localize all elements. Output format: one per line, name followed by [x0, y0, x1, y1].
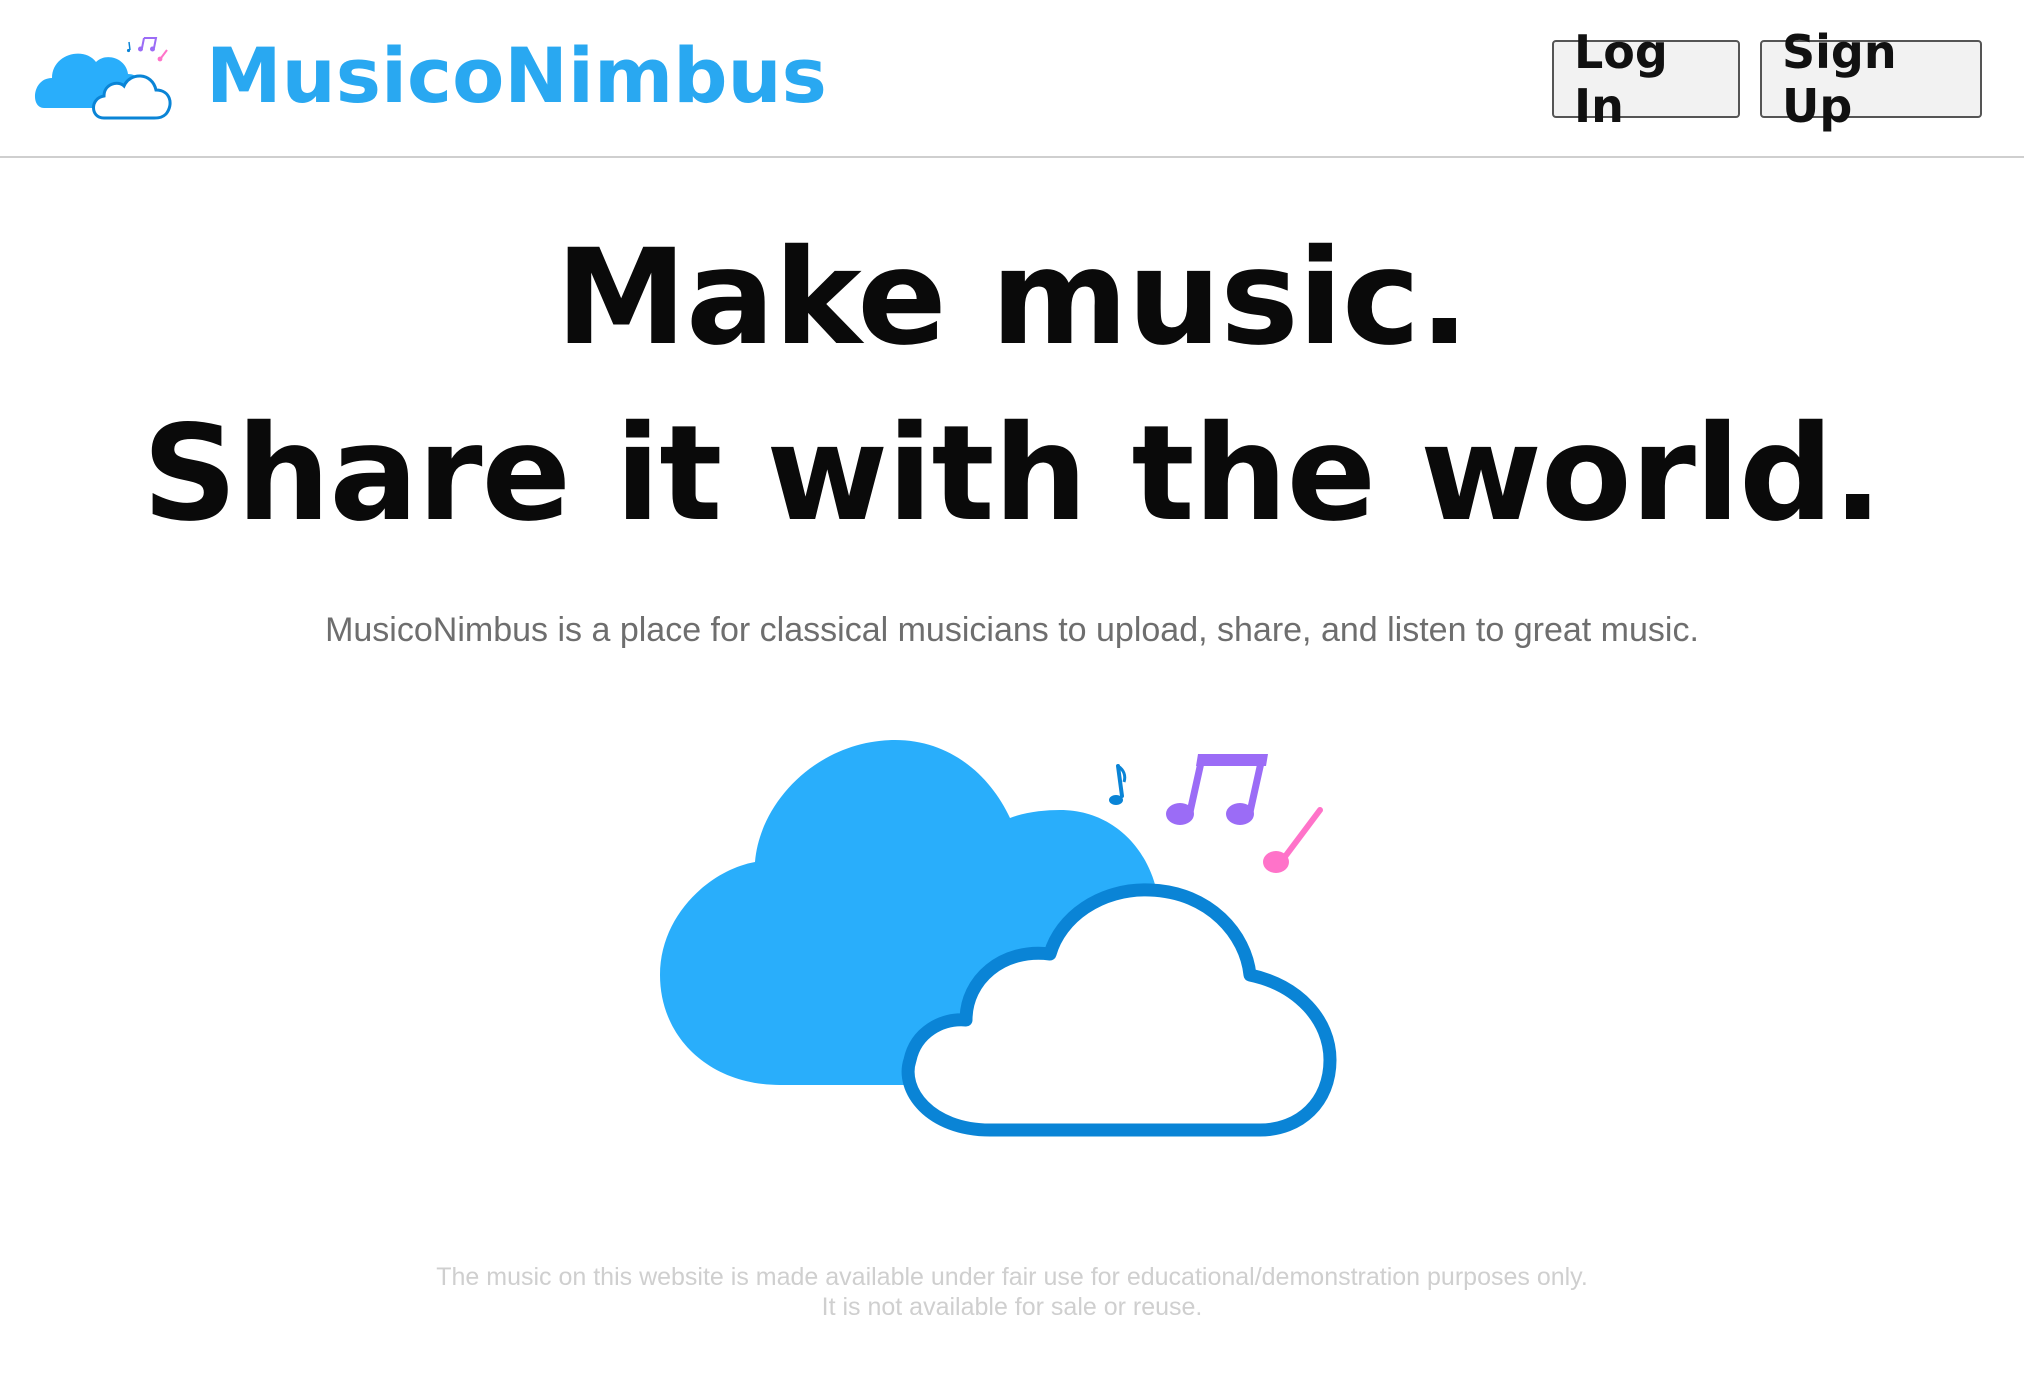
- auth-buttons: Log In Sign Up: [1552, 25, 1982, 133]
- login-button[interactable]: Log In: [1552, 25, 1740, 133]
- brand-name: MusicoNimbus: [206, 31, 827, 120]
- brand-home-link[interactable]: MusicoNimbus: [34, 28, 827, 124]
- hero-tagline: MusicoNimbus is a place for classical mu…: [325, 611, 1699, 649]
- site-header: MusicoNimbus Log In Sign Up: [0, 0, 2024, 158]
- fair-use-notice: The music on this website is made availa…: [0, 1262, 2024, 1322]
- eighth-note-icon: [1109, 764, 1127, 805]
- pink-note-icon: [1263, 807, 1323, 873]
- hero-headline-line-1: Make music.: [555, 221, 1470, 375]
- beamed-notes-icon: [1166, 754, 1268, 825]
- signup-button[interactable]: Sign Up: [1760, 25, 1982, 133]
- fair-use-line-2: It is not available for sale or reuse.: [821, 1293, 1203, 1321]
- fair-use-line-1: The music on this website is made availa…: [436, 1263, 1588, 1291]
- musiconimbus-logo-icon: [34, 37, 172, 120]
- hero-illustration: [660, 740, 1337, 1137]
- hero-headline-line-2: Share it with the world.: [142, 397, 1882, 551]
